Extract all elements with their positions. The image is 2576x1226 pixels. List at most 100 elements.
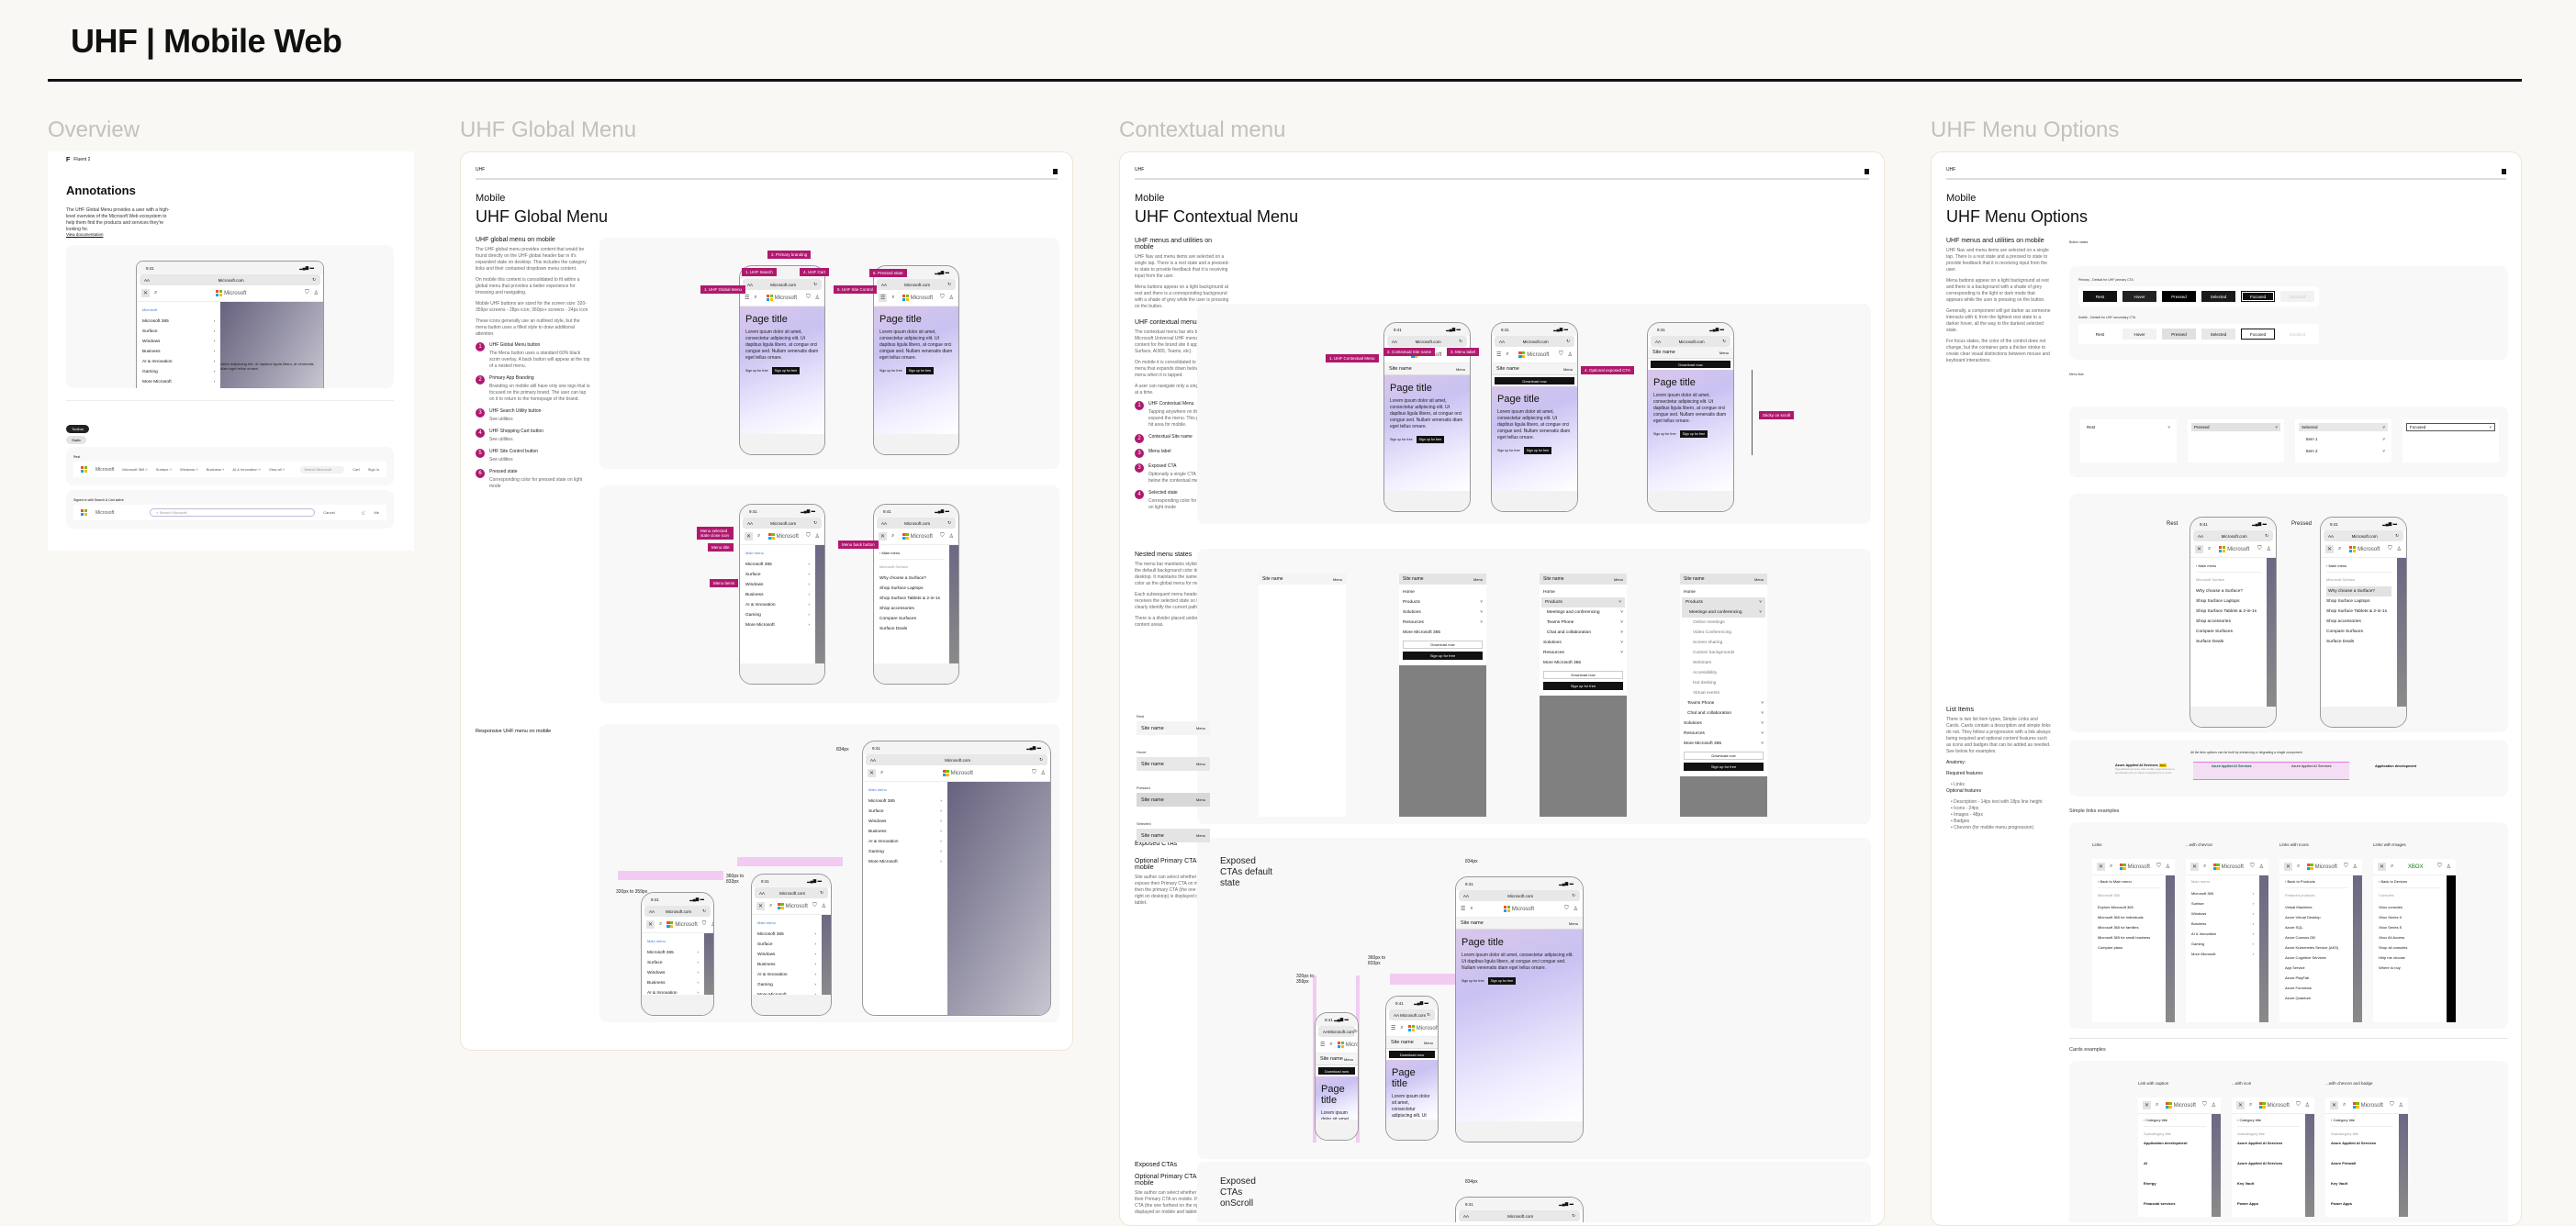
menu-sub-item[interactable]: Item 1 ˅ <box>2299 435 2388 443</box>
user-icon[interactable]: ♙ <box>2305 1102 2310 1109</box>
menu-item[interactable]: More Microsoft › <box>142 377 215 387</box>
contextual-menu-bar[interactable]: Site name Menu <box>1316 1053 1358 1065</box>
search-icon[interactable]: ⌕ <box>769 903 772 909</box>
menu-item[interactable]: Shop Surface Tablets & 2-in-1s <box>879 594 944 604</box>
nav-item[interactable]: AI & Innovation ˅ <box>232 467 261 472</box>
menu-item[interactable]: Business › <box>647 978 699 988</box>
search-icon[interactable]: ⌕ <box>2249 1102 2252 1109</box>
text-size-button[interactable]: AA <box>747 521 753 526</box>
cart-icon[interactable]: 🛒 <box>361 510 365 515</box>
cart-icon[interactable]: ⛉ <box>2257 546 2262 552</box>
reload-icon[interactable]: ↻ <box>1572 893 1575 898</box>
contextual-menu-bar[interactable]: Site name Menu <box>1492 363 1577 375</box>
menu-item[interactable]: Shop Surface Laptops <box>2196 596 2261 607</box>
search-icon[interactable]: ⌕ <box>2297 864 2300 870</box>
user-icon[interactable]: ♙ <box>949 533 954 540</box>
user-icon[interactable]: ♙ <box>2267 546 2271 552</box>
text-size-button[interactable]: AA <box>747 283 753 287</box>
address-bar[interactable]: AA Microsoft.com ↻ <box>1459 890 1580 901</box>
search-icon[interactable]: ⌕ <box>891 295 894 301</box>
menu-item[interactable]: AI <box>2144 1161 2206 1181</box>
address-bar[interactable]: AA Microsoft.com ↻ <box>755 887 828 898</box>
download-button[interactable]: Download now <box>1403 641 1483 649</box>
close-icon[interactable]: ✕ <box>2236 1101 2246 1109</box>
search-icon[interactable]: ⌕ <box>1506 351 1508 358</box>
address-bar[interactable]: AA Microsoft.com ↻ <box>1387 336 1467 347</box>
exposed-cta-button[interactable]: Download now <box>1318 1067 1355 1075</box>
subtle-button-rest[interactable]: Rest <box>2083 329 2117 340</box>
menu-item[interactable]: Xbox All Access <box>2379 932 2441 942</box>
menu-item[interactable]: Business › <box>2191 919 2254 929</box>
menu-item[interactable]: Surface Deals <box>879 624 944 634</box>
menu-item[interactable]: Azure Virtual Desktop <box>2285 912 2347 922</box>
subtle-button-selected[interactable]: Selected <box>2201 329 2235 340</box>
user-icon[interactable]: ♙ <box>1041 770 1046 776</box>
exposed-cta-button[interactable]: Download now <box>1651 361 1730 368</box>
menu-back-button[interactable]: ‹ Back to Devices <box>2379 879 2441 888</box>
menu-item[interactable]: Azure Cosmos DB <box>2285 932 2347 942</box>
menu-item[interactable]: Surface › <box>142 327 215 337</box>
nested-menu-item[interactable]: Virtual events <box>1680 688 1767 698</box>
contextual-menu-bar[interactable]: Site name Menu <box>1384 363 1470 375</box>
search-input[interactable]: ⌕ Search Microsoft <box>150 508 316 517</box>
menu-item[interactable]: Gaming › <box>757 980 816 990</box>
contextual-menu-bar[interactable]: Site name Menu <box>1540 574 1627 585</box>
close-icon[interactable]: ✕ <box>2325 545 2335 553</box>
menu-item[interactable]: Windows › <box>745 580 810 590</box>
reload-icon[interactable]: ↻ <box>1427 1012 1430 1018</box>
menu-item[interactable]: Gaming › <box>745 610 810 620</box>
menu-item[interactable]: Shop Surface Laptops <box>879 584 944 594</box>
nested-menu-item[interactable]: Home <box>1680 587 1767 597</box>
view-documentation-link[interactable]: View documentation <box>66 232 103 237</box>
menu-item[interactable]: More Microsoft › <box>2191 949 2254 959</box>
menu-item[interactable]: Gaming › <box>2191 939 2254 949</box>
primary-button-rest[interactable]: Rest <box>2083 291 2117 302</box>
reload-icon[interactable]: ↻ <box>1722 339 1726 344</box>
brand-logo[interactable]: XBOX <box>2398 864 2433 870</box>
close-icon[interactable]: ✕ <box>2190 863 2200 871</box>
address-bar[interactable]: AA Microsoft.com ↻ <box>1651 336 1730 347</box>
nav-item[interactable]: Microsoft 365 ˅ <box>122 467 147 472</box>
menu-item[interactable]: Xbox consoles <box>2379 902 2441 912</box>
reload-icon[interactable]: ↻ <box>1572 1213 1575 1219</box>
menu-item[interactable]: AI & Innovation › <box>745 600 810 610</box>
close-icon[interactable]: ✕ <box>868 769 877 777</box>
toolbar-chip[interactable]: Toolbar <box>66 425 90 433</box>
menu-item[interactable]: Windows › <box>868 817 942 827</box>
cart-icon[interactable]: ⛉ <box>2156 864 2161 870</box>
user-icon[interactable]: ♙ <box>949 295 954 301</box>
cart-icon[interactable]: ⛉ <box>940 533 945 540</box>
menu-sub-item[interactable]: Item 2 ˅ <box>2299 447 2388 455</box>
menu-item[interactable]: Windows › <box>2191 908 2254 919</box>
nav-item[interactable]: Business ˅ <box>207 467 225 472</box>
menu-item[interactable]: Shop Surface Laptops <box>2326 596 2391 607</box>
menu-back-button[interactable]: ‹ Back to Products <box>2285 879 2347 888</box>
close-icon[interactable]: ✕ <box>2097 863 2106 871</box>
primary-button-disabled[interactable]: Disabled <box>2280 291 2314 302</box>
cart-icon[interactable]: ⛉ <box>2344 864 2348 870</box>
contextual-menu-bar[interactable]: Site name Menu <box>1386 1037 1438 1049</box>
text-size-button[interactable]: AA <box>881 521 887 526</box>
static-chip[interactable]: Static <box>66 436 87 444</box>
menu-icon[interactable]: ☰ <box>1320 1042 1325 1048</box>
text-size-button[interactable]: AA <box>144 278 150 283</box>
menu-item[interactable]: Financial services <box>2144 1201 2206 1217</box>
menu-item[interactable]: Key Vault <box>2331 1181 2393 1201</box>
menu-item[interactable]: Help me choose <box>2379 953 2441 963</box>
text-size-button[interactable]: AA <box>1392 340 1397 344</box>
nav-item[interactable]: Windows ˅ <box>180 467 198 472</box>
user-icon[interactable]: ♙ <box>2166 864 2170 870</box>
reload-icon[interactable]: ↻ <box>1354 1029 1358 1034</box>
close-icon[interactable]: ✕ <box>2330 1101 2339 1109</box>
address-bar[interactable]: AA Microsoft.com ↻ <box>1459 1210 1580 1221</box>
text-size-button[interactable]: AA <box>2328 534 2334 539</box>
menu-back-button[interactable]: ‹ Back to Main menu <box>2098 879 2160 888</box>
menu-item[interactable]: Xbox Series S <box>2379 922 2441 932</box>
contextual-menu-bar[interactable]: Site name Menu <box>1680 574 1767 585</box>
menu-item[interactable]: AI & Innovation › <box>142 357 215 367</box>
search-icon[interactable]: ⌕ <box>1470 906 1473 912</box>
menu-item[interactable]: Shop Surface Tablets & 2-in-1s <box>2326 607 2391 617</box>
menu-item[interactable]: Surface › <box>745 570 810 580</box>
menu-back-button[interactable]: ‹ Category title <box>2331 1118 2393 1127</box>
cart-icon[interactable]: ⛉ <box>940 295 945 301</box>
